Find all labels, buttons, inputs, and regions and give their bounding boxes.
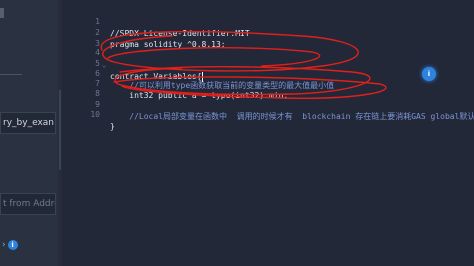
panel-marker xyxy=(0,8,4,18)
contract-select[interactable]: ry_by_exan xyxy=(0,112,56,134)
chevron-right-icon[interactable]: › xyxy=(2,240,6,250)
line-text: //Local局部变量在函数中 调用的时候才有 blockchain 存在链上要… xyxy=(129,112,474,121)
info-icon[interactable]: i xyxy=(7,240,18,250)
line-text: } xyxy=(110,122,115,131)
code-line: 10 } xyxy=(62,97,474,131)
at-address-input[interactable]: t from Addre xyxy=(0,193,56,215)
line-number: 10 xyxy=(90,110,100,119)
deploy-status: › i xyxy=(2,239,20,251)
scroll-thumb[interactable] xyxy=(59,90,61,170)
floating-help-badge[interactable]: i xyxy=(422,67,436,81)
deploy-panel: ry_by_exan t from Addre › i xyxy=(0,0,59,266)
code-editor[interactable]: 1 //SPDX-License-Identifier:MIT 2 pragma… xyxy=(62,0,474,266)
panel-divider xyxy=(0,74,22,75)
